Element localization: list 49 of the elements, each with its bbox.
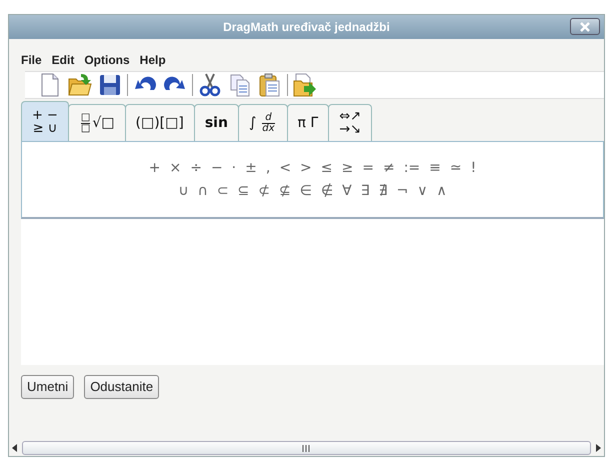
symbol-button[interactable]: ⊈ <box>277 182 293 200</box>
palette-tab[interactable]: + − ≥ ∪ <box>21 101 69 141</box>
symbol-button[interactable]: ⊆ <box>236 182 252 200</box>
symbol-button[interactable]: ⊂ <box>214 182 231 200</box>
symbol-button[interactable]: ÷ <box>188 160 204 176</box>
symbol-button[interactable]: , <box>264 160 272 176</box>
symbol-button[interactable]: ! <box>468 160 478 176</box>
symbol-button[interactable]: + <box>146 160 162 176</box>
close-button[interactable] <box>570 18 600 35</box>
menu-item[interactable]: Edit <box>48 51 78 69</box>
dialog-button[interactable]: Odustanite <box>84 375 160 398</box>
symbol-button[interactable]: := <box>402 160 422 176</box>
open-folder-icon[interactable] <box>67 72 93 98</box>
symbol-button[interactable]: ⊄ <box>256 182 272 200</box>
symbol-button[interactable]: × <box>167 160 184 176</box>
symbol-button[interactable]: ∃ <box>358 182 372 200</box>
symbol-button[interactable]: ∉ <box>318 182 336 200</box>
scroll-left-icon[interactable] <box>12 444 18 452</box>
symbol-button[interactable]: ¬ <box>394 182 410 200</box>
symbol-button[interactable]: ≠ <box>380 160 397 176</box>
scissors-icon[interactable] <box>197 72 223 98</box>
dialog-button[interactable]: Umetni <box>21 375 74 398</box>
symbol-button[interactable]: ≥ <box>340 160 356 176</box>
scrollbar-thumb[interactable] <box>22 441 591 455</box>
symbol-button[interactable]: = <box>360 160 376 176</box>
symbol-button[interactable]: ≃ <box>448 160 464 176</box>
symbol-button[interactable]: ∄ <box>376 182 390 200</box>
grip-icon <box>302 444 311 452</box>
symbol-button[interactable]: − <box>208 160 225 176</box>
export-icon[interactable] <box>292 72 318 98</box>
symbol-button[interactable]: ∩ <box>196 182 210 200</box>
symbol-button[interactable]: ∧ <box>434 182 449 200</box>
symbol-button[interactable]: ∪ <box>176 182 191 200</box>
menu-item[interactable]: File <box>17 51 46 69</box>
close-icon <box>579 22 591 32</box>
scroll-right-icon[interactable] <box>595 444 601 452</box>
symbol-button[interactable]: ≤ <box>318 160 335 176</box>
menu-item[interactable]: Options <box>80 51 134 69</box>
window-title: DragMath uređivač jednadžbi <box>223 19 390 36</box>
symbol-button[interactable]: ≡ <box>427 160 443 176</box>
symbol-button[interactable]: < <box>277 160 294 176</box>
symbol-button[interactable]: ∨ <box>415 182 430 200</box>
symbol-button[interactable]: ± <box>243 160 259 176</box>
symbol-button[interactable]: > <box>298 160 314 176</box>
symbol-button[interactable]: · <box>230 160 238 176</box>
palette-tab[interactable]: ⇔↗ →↘ <box>328 104 372 141</box>
symbol-button[interactable]: ∈ <box>298 182 314 200</box>
symbol-button[interactable]: ∀ <box>340 182 354 200</box>
menu-item[interactable]: Help <box>136 51 170 69</box>
